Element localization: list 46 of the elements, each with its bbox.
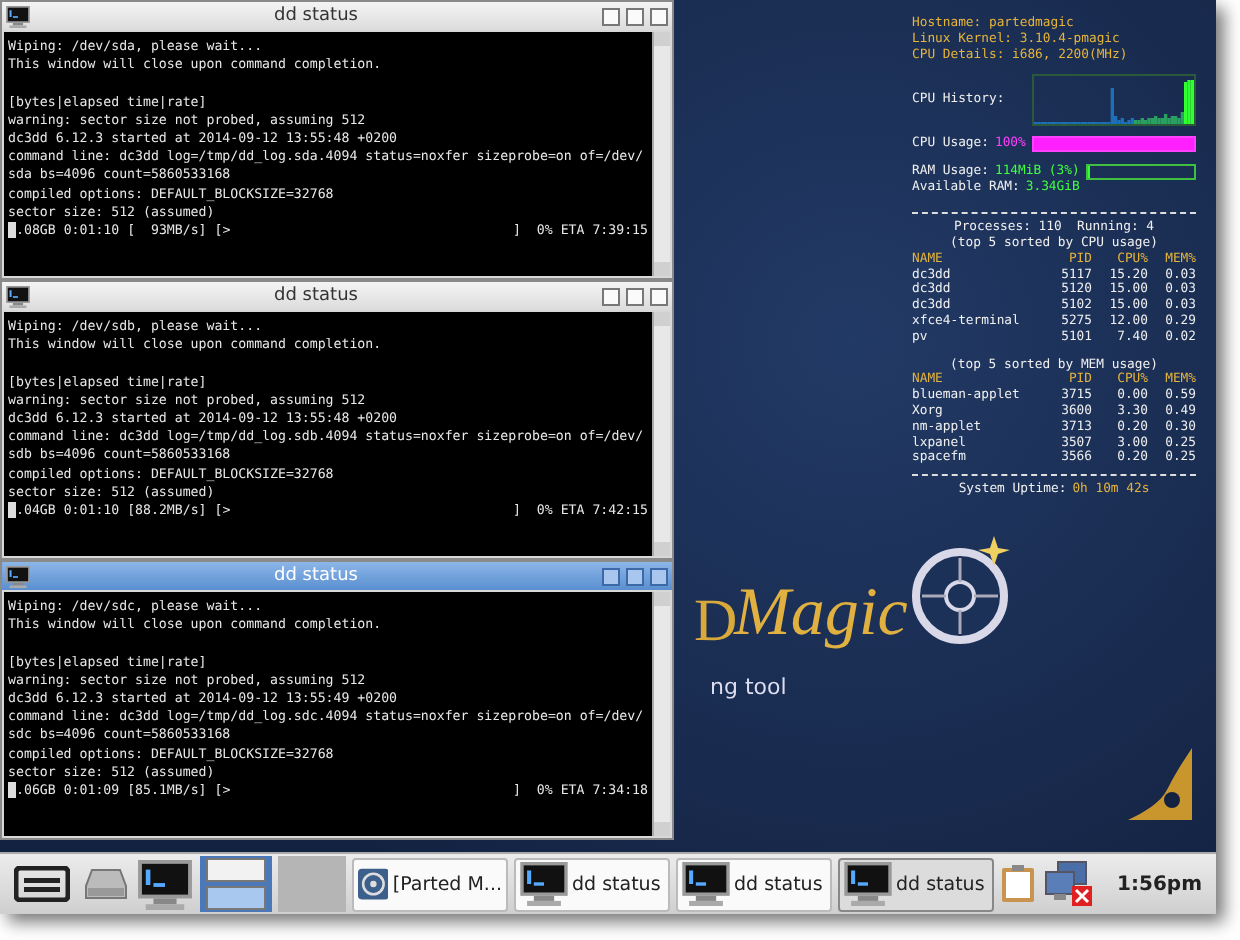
taskbar-button[interactable]: dd status bbox=[676, 857, 832, 911]
logo-tagline: ng tool bbox=[710, 674, 787, 700]
workspace-thumbnail[interactable] bbox=[206, 886, 266, 910]
taskbar-button[interactable]: dd status bbox=[838, 857, 994, 911]
logo-text: D bbox=[694, 588, 738, 656]
text-cursor bbox=[8, 781, 16, 798]
workspace-thumbnail[interactable] bbox=[206, 858, 266, 882]
taskbar-button[interactable]: dd status bbox=[514, 857, 670, 911]
text-cursor bbox=[8, 501, 16, 518]
terminal-window[interactable] bbox=[0, 280, 674, 560]
maximize-button[interactable] bbox=[626, 7, 644, 25]
maximize-button[interactable] bbox=[626, 287, 644, 305]
close-button[interactable] bbox=[650, 567, 668, 585]
terminal-icon bbox=[6, 5, 30, 27]
terminal-window[interactable] bbox=[0, 560, 674, 840]
minimize-button[interactable] bbox=[602, 287, 620, 305]
taskbar-button[interactable]: [Parted M... bbox=[352, 857, 508, 911]
network-disconnected-icon[interactable] bbox=[1042, 860, 1094, 908]
maximize-button[interactable] bbox=[626, 567, 644, 585]
terminal-icon bbox=[520, 862, 568, 906]
terminal-window[interactable] bbox=[0, 0, 674, 280]
minimize-button[interactable] bbox=[602, 567, 620, 585]
scrollbar[interactable] bbox=[652, 312, 670, 556]
terminal-icon bbox=[6, 565, 30, 587]
terminal-icon bbox=[6, 285, 30, 307]
minimize-button[interactable] bbox=[602, 7, 620, 25]
drive-icon[interactable] bbox=[84, 868, 128, 900]
terminal-icon bbox=[137, 859, 191, 909]
terminal-icon bbox=[682, 862, 730, 906]
logo-text: Magic bbox=[734, 576, 908, 652]
window-title: dd status bbox=[272, 566, 360, 586]
title-bar[interactable]: dd status bbox=[2, 2, 672, 30]
window-title: dd status bbox=[272, 286, 360, 306]
text-cursor bbox=[8, 221, 16, 238]
menu-icon bbox=[14, 866, 70, 902]
corner-ornament-icon bbox=[1124, 744, 1196, 824]
scrollbar[interactable] bbox=[652, 592, 670, 836]
window-title: dd status bbox=[272, 6, 360, 26]
clipboard-icon[interactable] bbox=[1000, 864, 1036, 904]
title-bar[interactable]: dd status bbox=[2, 282, 672, 310]
close-button[interactable] bbox=[650, 287, 668, 305]
scrollbar[interactable] bbox=[652, 32, 670, 276]
workspace-pager[interactable] bbox=[200, 856, 272, 912]
close-button[interactable] bbox=[650, 7, 668, 25]
clock: 1:56pm bbox=[1115, 873, 1204, 895]
terminal-icon bbox=[844, 862, 892, 906]
